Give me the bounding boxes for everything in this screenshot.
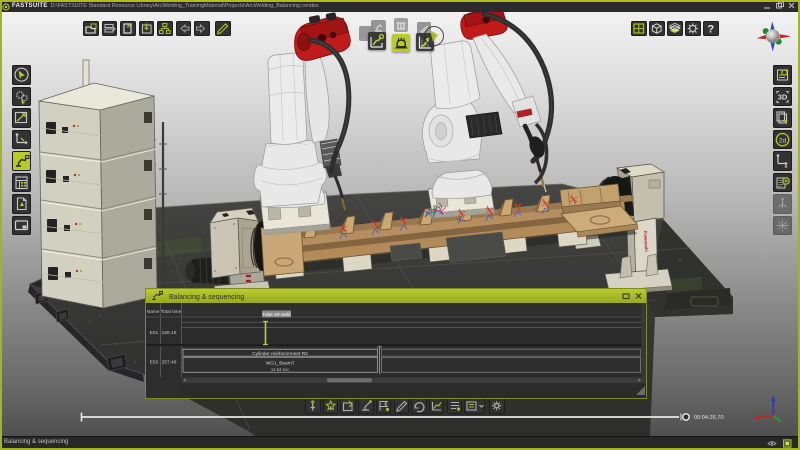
svg-text:3D: 3D [778, 92, 788, 101]
svg-text:E02: E02 [150, 360, 159, 366]
svg-text:WG1_Beam7: WG1_Beam7 [266, 360, 295, 366]
svg-text:Total time: Total time [161, 309, 182, 315]
svg-text:Cylinder reinforcement R2: Cylinder reinforcement R2 [252, 351, 308, 357]
svg-text:?: ? [707, 24, 714, 36]
svg-text:257.48: 257.48 [162, 360, 177, 366]
svg-text:Tube 1R weld: Tube 1R weld [262, 312, 291, 317]
svg-text:2d: 2d [779, 137, 787, 144]
svg-text:E01: E01 [150, 330, 159, 336]
svg-text:12.64 sec: 12.64 sec [271, 367, 289, 372]
svg-text:168.16: 168.16 [162, 330, 177, 336]
svg-text:Balancing & sequencing: Balancing & sequencing [169, 294, 244, 301]
svg-text:00:04:26.70: 00:04:26.70 [694, 415, 724, 421]
svg-text:Name: Name [147, 309, 160, 315]
